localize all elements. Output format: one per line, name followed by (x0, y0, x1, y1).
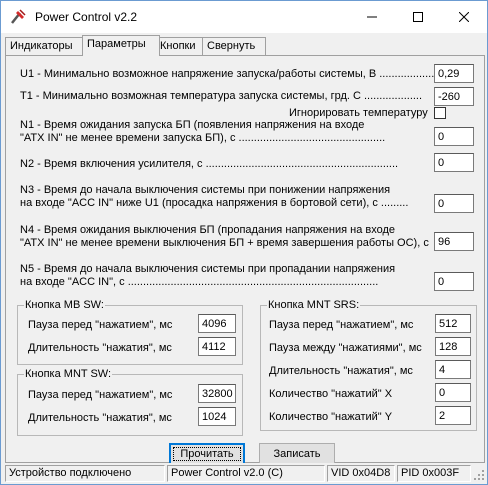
n3-label-line2: на входе "ACC IN" ниже U1 (просадка напр… (20, 197, 409, 209)
title-bar[interactable]: Power Control v2.2 (1, 1, 487, 33)
mnt-srs-pause-input[interactable]: 512 (435, 314, 471, 333)
n2-input[interactable]: 0 (434, 153, 474, 172)
tab-minimize[interactable]: Свернуть (202, 37, 266, 55)
write-button[interactable]: Записать (259, 443, 335, 465)
maximize-button[interactable] (395, 1, 441, 33)
window-title: Power Control v2.2 (35, 10, 138, 24)
n4-label-line1: N4 - Время ожидания выключения БП (пропа… (20, 224, 396, 236)
n4-label-line2: "ATX IN" не менее времени выключения БП … (20, 237, 429, 249)
parameters-page: U1 - Минимально возможное напряжение зап… (5, 55, 485, 465)
app-window: Power Control v2.2 Индикаторы Параметры … (0, 0, 488, 485)
mb-sw-group: Кнопка MB SW: Пауза перед "нажатием", мс… (17, 299, 243, 365)
n2-label: N2 - Время включения усилителя, с ......… (20, 158, 399, 170)
u1-input[interactable]: 0,29 (434, 64, 474, 83)
n5-input[interactable]: 0 (434, 272, 474, 291)
mnt-sw-group: Кнопка MNT SW: Пауза перед "нажатием", м… (17, 368, 243, 436)
n3-label-line1: N3 - Время до начала выключения системы … (20, 184, 391, 196)
status-pid: PID 0x003F (397, 465, 471, 482)
mnt-sw-pause-label: Пауза перед "нажатием", мс (28, 389, 173, 401)
status-bar: Устройство подключено Power Control v2.0… (1, 463, 487, 484)
close-button[interactable] (441, 1, 487, 33)
t1-label: T1 - Минимально возможная температура за… (20, 90, 423, 102)
status-version: Power Control v2.0 (C) (167, 465, 325, 482)
mnt-srs-count-x-input[interactable]: 0 (435, 383, 471, 402)
write-button-label: Записать (273, 448, 321, 460)
mnt-srs-between-input[interactable]: 128 (435, 337, 471, 356)
tab-parameters[interactable]: Параметры (82, 35, 160, 56)
mnt-srs-between-label: Пауза между "нажатиями", мс (269, 342, 422, 354)
mnt-sw-duration-input[interactable]: 1024 (198, 407, 236, 426)
n1-input[interactable]: 0 (434, 127, 474, 146)
maximize-icon (413, 12, 423, 22)
mnt-srs-title: Кнопка MNT SRS: (267, 299, 361, 312)
status-device: Устройство подключено (5, 465, 165, 482)
status-vid: VID 0x04D8 (327, 465, 395, 482)
tab-indicators[interactable]: Индикаторы (5, 37, 83, 55)
mb-sw-pause-input[interactable]: 4096 (198, 314, 236, 333)
mnt-sw-title: Кнопка MNT SW: (24, 368, 113, 381)
n3-input[interactable]: 0 (434, 194, 474, 213)
minimize-button[interactable] (349, 1, 395, 33)
mnt-srs-count-x-label: Количество "нажатий" X (269, 388, 393, 400)
close-icon (459, 12, 469, 22)
focus-rect (173, 447, 241, 461)
n1-label-line2: "ATX IN" не менее времени запуска БП), с… (20, 132, 386, 144)
mb-sw-duration-label: Длительность "нажатия", мс (28, 342, 172, 354)
n5-label-line2: на входе "ACC IN", с ...................… (20, 276, 379, 288)
mb-sw-title: Кнопка MB SW: (24, 299, 105, 312)
n4-input[interactable]: 96 (434, 232, 474, 251)
mnt-sw-pause-input[interactable]: 32800 (198, 384, 236, 403)
mnt-sw-duration-label: Длительность "нажатия", мс (28, 412, 172, 424)
mnt-srs-pause-label: Пауза перед "нажатием", мс (269, 319, 414, 331)
minimize-icon (367, 16, 377, 18)
ignore-temp-checkbox[interactable] (434, 107, 446, 119)
tab-buttons[interactable]: Кнопки (155, 37, 205, 55)
mnt-srs-duration-label: Длительность "нажатия", мс (269, 365, 413, 377)
n1-label-line1: N1 - Время ожидания запуска БП (появлени… (20, 119, 365, 131)
t1-input[interactable]: -260 (434, 87, 474, 106)
mb-sw-pause-label: Пауза перед "нажатием", мс (28, 319, 173, 331)
u1-label: U1 - Минимально возможное напряжение зап… (20, 68, 438, 80)
app-icon (11, 9, 26, 24)
read-button[interactable]: Прочитать (169, 443, 245, 465)
mnt-srs-count-y-input[interactable]: 2 (435, 406, 471, 425)
resize-grip-icon[interactable] (473, 469, 485, 481)
mnt-srs-duration-input[interactable]: 4 (435, 360, 471, 379)
mnt-srs-group: Кнопка MNT SRS: Пауза перед "нажатием", … (260, 299, 477, 431)
n5-label-line1: N5 - Время до начала выключения системы … (20, 263, 396, 275)
mnt-srs-count-y-label: Количество "нажатий" Y (269, 411, 393, 423)
mb-sw-duration-input[interactable]: 4112 (198, 337, 236, 356)
